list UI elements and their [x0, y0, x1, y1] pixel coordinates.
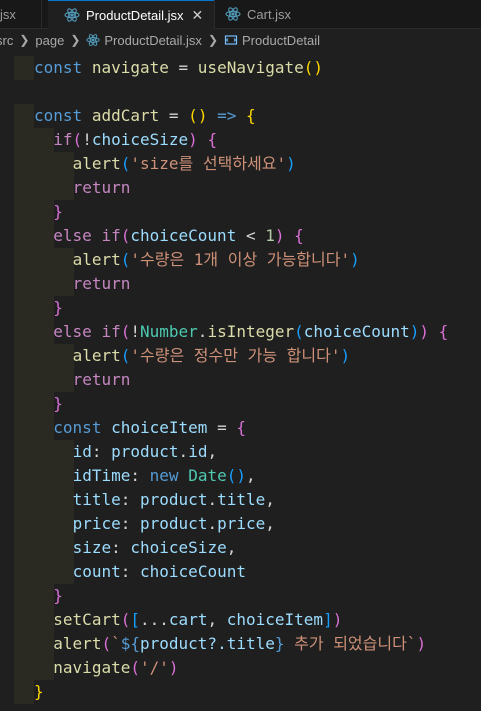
code-line[interactable]: const addCart = () => {	[34, 104, 256, 128]
tab-productdetail[interactable]: ProductDetail.jsx ✕	[48, 0, 214, 29]
code-line[interactable]: }	[34, 584, 63, 608]
close-icon[interactable]: ✕	[192, 7, 204, 24]
tab-label: jsx	[0, 6, 16, 22]
code-line[interactable]: alert(`${product?.title} 추가 되었습니다`)	[34, 632, 426, 656]
react-icon	[64, 8, 80, 22]
code-line[interactable]: const navigate = useNavigate()	[34, 56, 323, 80]
code-editor[interactable]: const navigate = useNavigate() const addC…	[0, 56, 481, 711]
code-line[interactable]: const choiceItem = {	[34, 416, 246, 440]
code-line[interactable]: alert('수량은 정수만 가능 합니다')	[34, 344, 351, 368]
tab-label: ProductDetail.jsx	[86, 7, 184, 23]
code-line[interactable]: if(!choiceSize) {	[34, 128, 217, 152]
code-line[interactable]: price: product.price,	[34, 512, 275, 536]
indent-guide	[14, 104, 34, 704]
react-icon	[86, 34, 100, 46]
code-line[interactable]: else if(choiceCount < 1) {	[34, 224, 304, 248]
tab-cart[interactable]: Cart.jsx	[214, 0, 344, 28]
code-line[interactable]: }	[34, 200, 63, 224]
code-line[interactable]: return	[34, 368, 131, 392]
breadcrumb-item-file[interactable]: ProductDetail.jsx	[104, 33, 202, 48]
code-line[interactable]: return	[34, 176, 131, 200]
breadcrumb: src ❯ page ❯ ProductDetail.jsx ❯ Product…	[0, 29, 481, 51]
breadcrumb-item-src[interactable]: src	[0, 33, 13, 48]
code-line[interactable]: idTime: new Date(),	[34, 464, 256, 488]
code-line[interactable]: size: choiceSize,	[34, 536, 237, 560]
react-icon	[225, 7, 241, 21]
code-line[interactable]: setCart([...cart, choiceItem])	[34, 608, 342, 632]
code-line[interactable]: else if(!Number.isInteger(choiceCount)) …	[34, 320, 448, 344]
code-line[interactable]: alert('size를 선택하세요')	[34, 152, 296, 176]
code-line[interactable]: navigate('/')	[34, 656, 178, 680]
chevron-right-icon: ❯	[19, 33, 30, 47]
code-line[interactable]: }	[34, 392, 63, 416]
component-icon	[224, 35, 238, 45]
code-line[interactable]: return	[34, 272, 131, 296]
breadcrumb-item-symbol[interactable]: ProductDetail	[242, 33, 320, 48]
chevron-right-icon: ❯	[207, 33, 218, 47]
indent-guide	[14, 56, 34, 80]
breadcrumb-item-page[interactable]: page	[35, 33, 64, 48]
editor-tab-bar: jsx ProductDetail.jsx ✕ Cart.jsx	[0, 0, 481, 29]
code-line[interactable]: alert('수량은 1개 이상 가능합니다')	[34, 248, 360, 272]
code-line[interactable]: }	[34, 296, 63, 320]
code-line[interactable]: id: product.id,	[34, 440, 218, 464]
chevron-right-icon: ❯	[70, 33, 81, 47]
code-line[interactable]: }	[34, 680, 44, 704]
tab-label: Cart.jsx	[247, 6, 292, 22]
code-line[interactable]: title: product.title,	[34, 488, 275, 512]
code-line[interactable]: count: choiceCount	[34, 560, 246, 584]
tab-previous-file[interactable]: jsx	[0, 0, 42, 28]
